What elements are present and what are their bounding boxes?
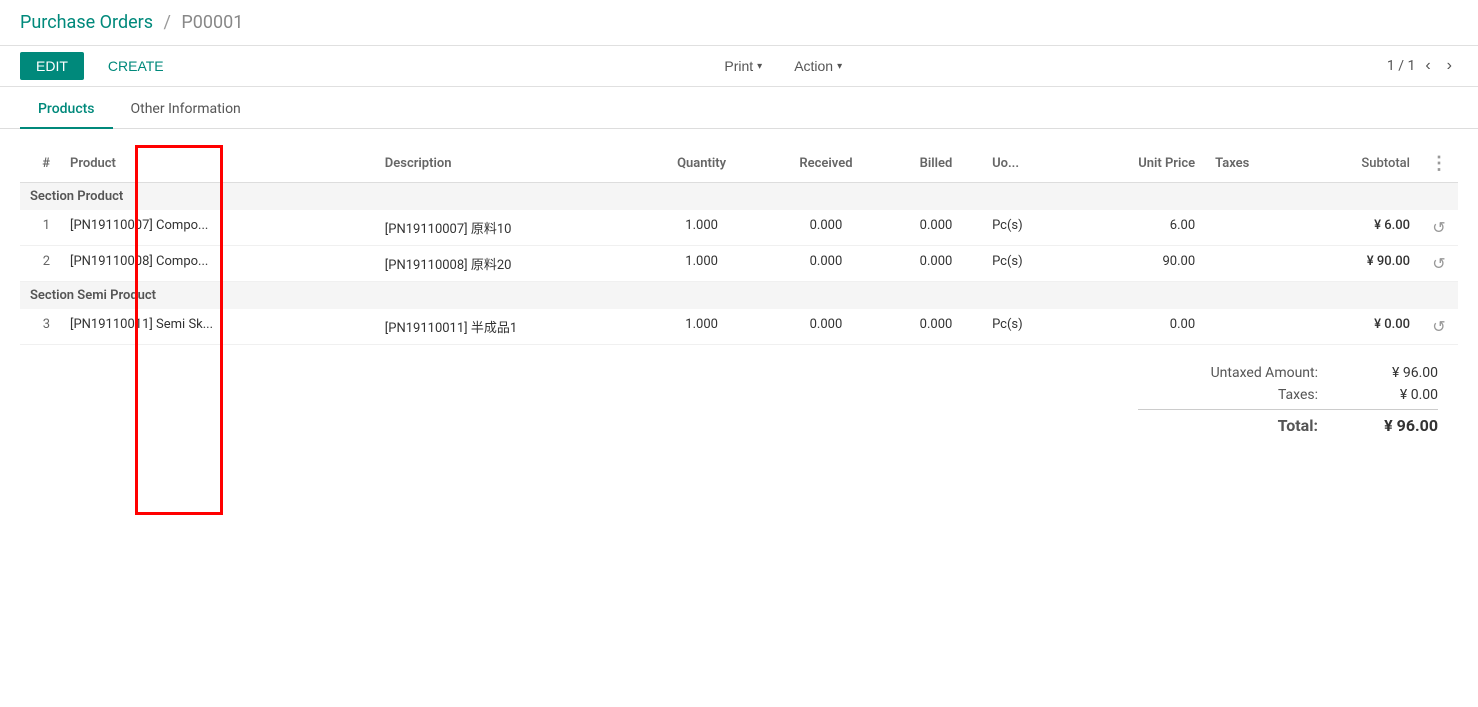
nav-page-indicator: 1 / 1 <box>1387 58 1415 74</box>
row-history[interactable]: ↺ <box>1420 309 1458 345</box>
toolbar: EDIT CREATE Print ▾ Action ▾ 1 / 1 ‹ › <box>0 46 1478 87</box>
toolbar-nav: 1 / 1 ‹ › <box>1387 53 1458 79</box>
section-semi-label: Section Semi Product <box>30 288 156 303</box>
row-unit-price[interactable]: 0.00 <box>1071 309 1206 345</box>
taxes-value: ¥ 0.00 <box>1358 387 1438 403</box>
breadcrumb-separator: / <box>164 12 171 33</box>
row-subtotal: ¥ 0.00 <box>1300 309 1420 345</box>
untaxed-value: ¥ 96.00 <box>1358 365 1438 381</box>
nav-prev-button[interactable]: ‹ <box>1419 53 1436 79</box>
table-row[interactable]: 3 [PN19110011] Semi Sk... [PN19110011] 半… <box>20 309 1458 345</box>
row-received: 0.000 <box>762 246 890 282</box>
tab-other-information[interactable]: Other Information <box>113 91 259 129</box>
taxes-total-row: Taxes: ¥ 0.00 <box>1138 387 1438 403</box>
create-button[interactable]: CREATE <box>92 52 180 80</box>
print-label: Print <box>724 58 753 74</box>
row-num: 2 <box>20 246 60 282</box>
row-billed: 0.000 <box>890 246 982 282</box>
breadcrumb-parent[interactable]: Purchase Orders <box>20 12 153 33</box>
products-table: # Product Description Quantity Received … <box>20 145 1458 345</box>
toolbar-center: Print ▾ Action ▾ <box>188 52 1379 80</box>
print-chevron-icon: ▾ <box>757 61 762 72</box>
row-received: 0.000 <box>762 309 890 345</box>
top-header: Purchase Orders / P00001 <box>0 0 1478 46</box>
tab-products[interactable]: Products <box>20 91 113 129</box>
row-subtotal: ¥ 90.00 <box>1300 246 1420 282</box>
history-icon[interactable]: ↺ <box>1432 317 1445 336</box>
row-num: 1 <box>20 210 60 246</box>
history-icon[interactable]: ↺ <box>1432 218 1445 237</box>
row-billed: 0.000 <box>890 210 982 246</box>
row-history[interactable]: ↺ <box>1420 246 1458 282</box>
breadcrumb: Purchase Orders / P00001 <box>20 12 1458 33</box>
table-header: # Product Description Quantity Received … <box>20 145 1458 183</box>
table-row[interactable]: 1 [PN19110007] Compo... [PN19110007] 原料1… <box>20 210 1458 246</box>
col-header-actions: ⋮ <box>1420 145 1458 183</box>
table-row[interactable]: 2 [PN19110008] Compo... [PN19110008] 原料2… <box>20 246 1458 282</box>
taxes-label: Taxes: <box>1168 387 1318 403</box>
total-label: Total: <box>1168 416 1318 435</box>
untaxed-total-row: Untaxed Amount: ¥ 96.00 <box>1138 365 1438 381</box>
table-body: Section Product 1 [PN19110007] Compo... … <box>20 183 1458 345</box>
untaxed-label: Untaxed Amount: <box>1168 365 1318 381</box>
row-product[interactable]: [PN19110011] Semi Sk... <box>60 309 375 345</box>
print-button[interactable]: Print ▾ <box>712 52 774 80</box>
section-row-semi: Section Semi Product <box>20 282 1458 310</box>
row-description: [PN19110011] 半成品1 <box>375 309 641 345</box>
row-quantity[interactable]: 1.000 <box>641 246 762 282</box>
action-label: Action <box>794 58 833 74</box>
row-description: [PN19110007] 原料10 <box>375 210 641 246</box>
col-header-uom: Uo... <box>982 145 1071 183</box>
row-product[interactable]: [PN19110008] Compo... <box>60 246 375 282</box>
action-button[interactable]: Action ▾ <box>782 52 854 80</box>
row-uom: Pc(s) <box>982 309 1071 345</box>
column-menu-icon[interactable]: ⋮ <box>1430 153 1448 174</box>
table-wrapper: # Product Description Quantity Received … <box>20 145 1458 345</box>
col-header-product: Product <box>60 145 375 183</box>
col-header-received: Received <box>762 145 890 183</box>
col-header-quantity: Quantity <box>641 145 762 183</box>
row-quantity[interactable]: 1.000 <box>641 309 762 345</box>
row-uom: Pc(s) <box>982 246 1071 282</box>
row-taxes[interactable] <box>1205 210 1300 246</box>
row-quantity[interactable]: 1.000 <box>641 210 762 246</box>
col-header-taxes: Taxes <box>1205 145 1300 183</box>
section-row-product: Section Product <box>20 183 1458 211</box>
nav-next-button[interactable]: › <box>1441 53 1458 79</box>
row-num: 3 <box>20 309 60 345</box>
row-received: 0.000 <box>762 210 890 246</box>
col-header-description: Description <box>375 145 641 183</box>
total-value: ¥ 96.00 <box>1358 416 1438 435</box>
row-unit-price[interactable]: 90.00 <box>1071 246 1206 282</box>
col-header-num: # <box>20 145 60 183</box>
row-product[interactable]: [PN19110007] Compo... <box>60 210 375 246</box>
row-taxes[interactable] <box>1205 309 1300 345</box>
grand-total-row: Total: ¥ 96.00 <box>1138 409 1438 435</box>
row-billed: 0.000 <box>890 309 982 345</box>
row-uom: Pc(s) <box>982 210 1071 246</box>
content-area: # Product Description Quantity Received … <box>0 129 1478 471</box>
edit-button[interactable]: EDIT <box>20 52 84 80</box>
section-product-label: Section Product <box>30 189 123 204</box>
col-header-billed: Billed <box>890 145 982 183</box>
tabs: Products Other Information <box>0 91 1478 129</box>
row-history[interactable]: ↺ <box>1420 210 1458 246</box>
action-chevron-icon: ▾ <box>837 61 842 72</box>
breadcrumb-current: P00001 <box>181 12 243 33</box>
totals-section: Untaxed Amount: ¥ 96.00 Taxes: ¥ 0.00 To… <box>20 345 1458 455</box>
row-taxes[interactable] <box>1205 246 1300 282</box>
col-header-subtotal: Subtotal <box>1300 145 1420 183</box>
history-icon[interactable]: ↺ <box>1432 254 1445 273</box>
col-header-unit-price: Unit Price <box>1071 145 1206 183</box>
row-subtotal: ¥ 6.00 <box>1300 210 1420 246</box>
row-description: [PN19110008] 原料20 <box>375 246 641 282</box>
row-unit-price[interactable]: 6.00 <box>1071 210 1206 246</box>
